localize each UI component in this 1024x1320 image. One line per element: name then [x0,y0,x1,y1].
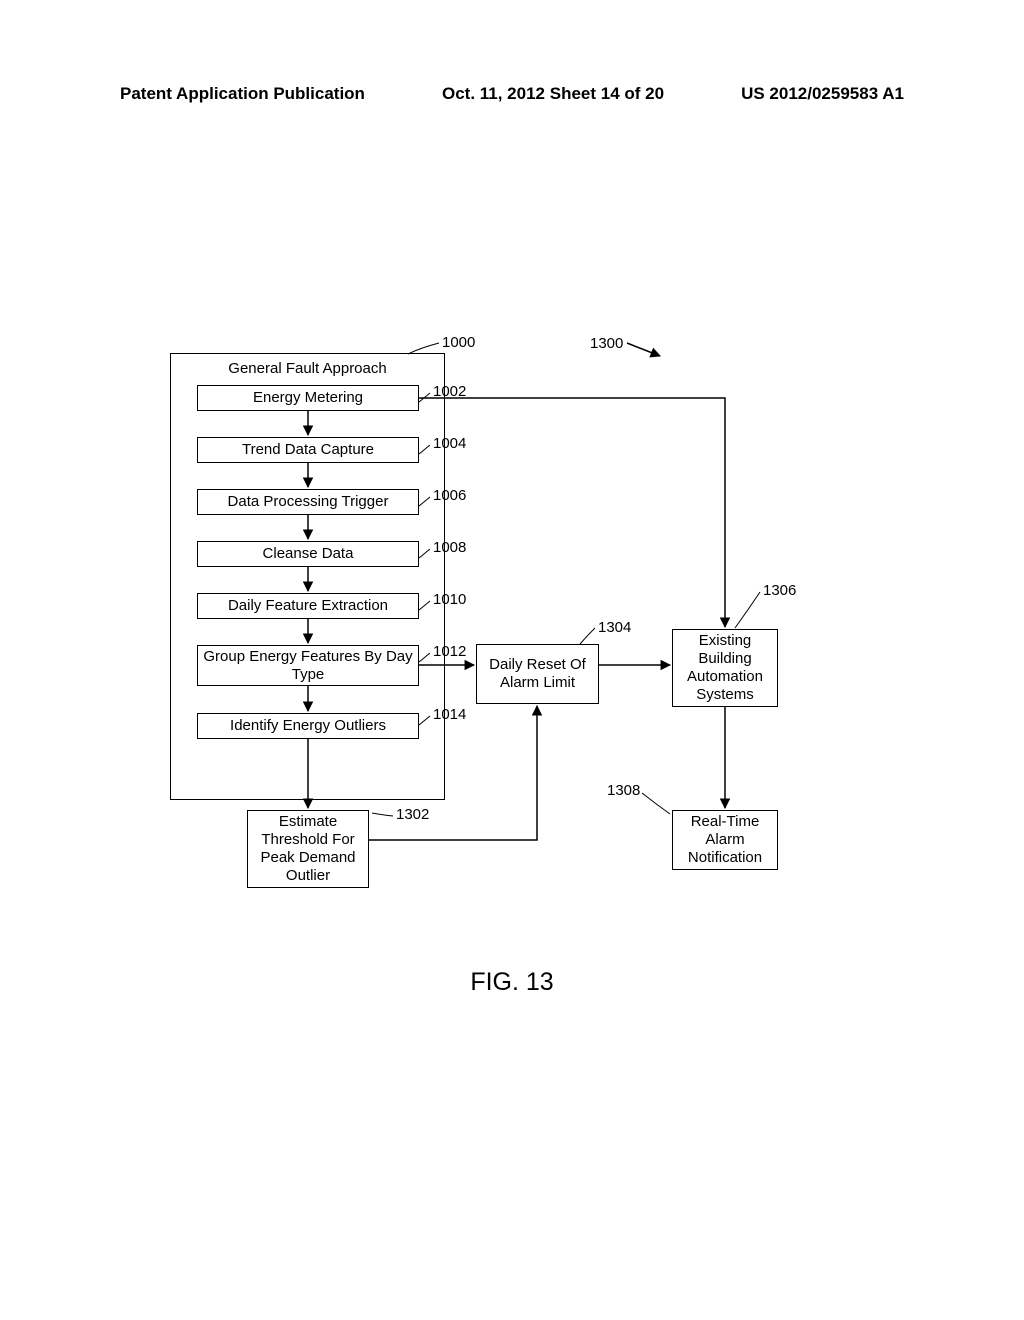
box-1004: Trend Data Capture [197,437,419,463]
header-center: Oct. 11, 2012 Sheet 14 of 20 [442,84,664,104]
ref-1012: 1012 [433,643,466,660]
box-1304: Daily Reset Of Alarm Limit [476,644,599,704]
ref-1004: 1004 [433,435,466,452]
ref-1014: 1014 [433,706,466,723]
figure-label: FIG. 13 [0,968,1024,997]
outer-title: General Fault Approach [180,360,435,377]
ref-1304: 1304 [598,619,631,636]
ref-1010: 1010 [433,591,466,608]
box-1006: Data Processing Trigger [197,489,419,515]
ref-1300: 1300 [590,335,623,352]
ref-1306: 1306 [763,582,796,599]
header-left: Patent Application Publication [120,84,365,104]
ref-1002: 1002 [433,383,466,400]
ref-1302: 1302 [396,806,429,823]
page-header: Patent Application Publication Oct. 11, … [0,84,1024,104]
box-1308: Real-Time Alarm Notification [672,810,778,870]
diagram-fig13: General Fault Approach Energy Metering T… [140,330,880,910]
ref-1008: 1008 [433,539,466,556]
box-1012: Group Energy Features By Day Type [197,645,419,686]
ref-1308: 1308 [607,782,640,799]
box-1002: Energy Metering [197,385,419,411]
box-1014: Identify Energy Outliers [197,713,419,739]
box-1010: Daily Feature Extraction [197,593,419,619]
box-1306: Existing Building Automation Systems [672,629,778,707]
ref-1000: 1000 [442,334,475,351]
box-1008: Cleanse Data [197,541,419,567]
header-right: US 2012/0259583 A1 [741,84,904,104]
box-1302: Estimate Threshold For Peak Demand Outli… [247,810,369,888]
ref-1006: 1006 [433,487,466,504]
